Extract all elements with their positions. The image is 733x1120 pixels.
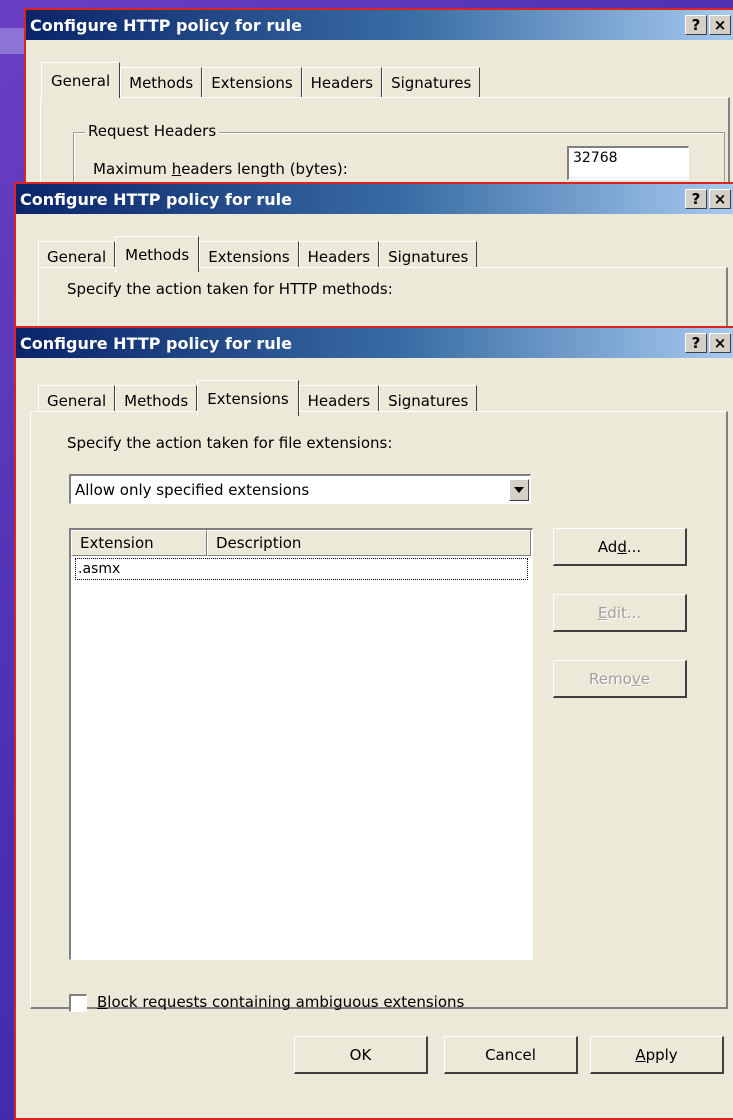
tab-methods[interactable]: Methods <box>115 236 200 272</box>
title-bar: Configure HTTP policy for rule ? × <box>16 184 733 214</box>
tab-panel: Specify the action taken for file extens… <box>30 411 728 1012</box>
edit-button[interactable]: Edit... <box>553 594 687 632</box>
dialog-title: Configure HTTP policy for rule <box>20 333 292 353</box>
tab-signatures[interactable]: Signatures <box>382 67 481 97</box>
help-button[interactable]: ? <box>685 333 707 353</box>
group-label: Request Headers <box>85 122 220 140</box>
dialog-extensions: Configure HTTP policy for rule ? × Gener… <box>14 326 733 1120</box>
tab-strip: General Methods Extensions Headers Signa… <box>41 62 481 98</box>
remove-button[interactable]: Remo v e <box>553 660 687 698</box>
add-button[interactable]: Ad d... <box>553 528 687 566</box>
dialog-general: Configure HTTP policy for rule ? × Gener… <box>24 8 733 198</box>
help-button[interactable]: ? <box>685 189 707 209</box>
tab-extensions[interactable]: Extensions <box>202 67 302 97</box>
apply-button[interactable]: Apply <box>590 1036 724 1074</box>
column-description[interactable]: Description <box>207 530 531 556</box>
title-bar: Configure HTTP policy for rule ? × <box>16 328 733 358</box>
tab-extensions[interactable]: Extensions <box>197 380 299 416</box>
extension-mode-select[interactable]: Allow only specified extensions <box>69 474 531 504</box>
chevron-down-icon[interactable] <box>509 478 529 501</box>
ambiguous-extensions-checkbox[interactable] <box>69 994 87 1012</box>
title-bar: Configure HTTP policy for rule ? × <box>26 10 733 40</box>
dialog-title: Configure HTTP policy for rule <box>20 189 292 209</box>
column-extension[interactable]: Extension <box>71 530 207 556</box>
dialog-methods: Configure HTTP policy for rule ? × Gener… <box>14 182 733 334</box>
methods-instruction: Specify the action taken for HTTP method… <box>67 280 393 298</box>
help-button[interactable]: ? <box>685 15 707 35</box>
tab-strip: General Methods Extensions Headers Signa… <box>38 380 478 416</box>
close-button[interactable]: × <box>709 15 731 35</box>
background-shape <box>0 28 24 54</box>
close-button[interactable]: × <box>709 189 731 209</box>
max-headers-label: Maximum headers length (bytes): <box>93 160 348 178</box>
tab-panel: Specify the action taken for HTTP method… <box>38 267 728 332</box>
tab-general[interactable]: General <box>41 62 121 98</box>
tab-headers[interactable]: Headers <box>301 67 383 97</box>
ok-button[interactable]: OK <box>294 1036 428 1074</box>
max-headers-input[interactable]: 32768 <box>567 146 689 180</box>
extension-mode-value: Allow only specified extensions <box>75 480 310 499</box>
ambiguous-extensions-label: Block requests containing ambiguous exte… <box>97 993 465 1011</box>
extensions-instruction: Specify the action taken for file extens… <box>67 434 393 452</box>
list-item[interactable]: .asmx <box>75 558 528 580</box>
tab-strip: General Methods Extensions Headers Signa… <box>38 236 478 272</box>
extensions-list[interactable]: Extension Description .asmx <box>69 528 533 960</box>
tab-methods[interactable]: Methods <box>120 67 203 97</box>
dialog-title: Configure HTTP policy for rule <box>30 15 302 35</box>
cancel-button[interactable]: Cancel <box>444 1036 578 1074</box>
list-header: Extension Description <box>71 530 532 556</box>
close-button[interactable]: × <box>709 333 731 353</box>
